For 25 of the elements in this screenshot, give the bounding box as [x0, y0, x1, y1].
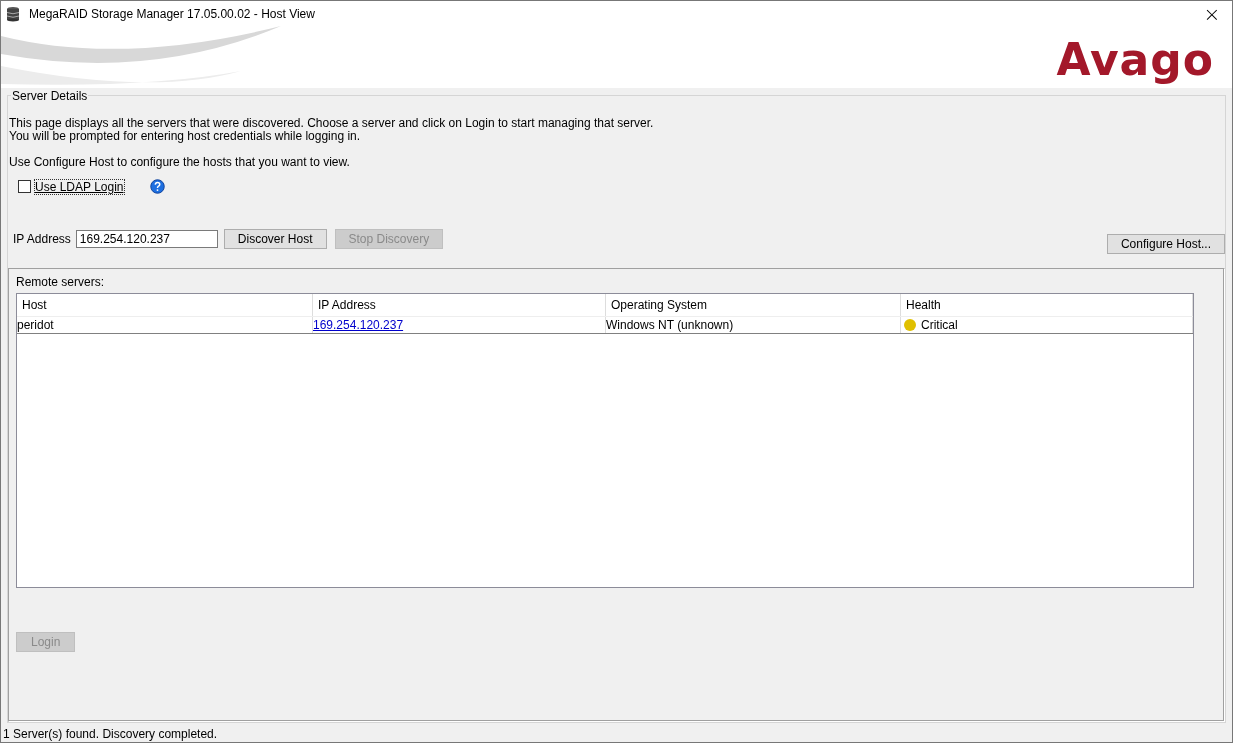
logo: Avago [1056, 33, 1214, 85]
checkbox-label: Use LDAP Login [35, 179, 124, 194]
section-title: Remote servers: [16, 275, 106, 289]
ldap-checkbox[interactable] [18, 180, 31, 193]
discover-host-button[interactable]: Discover Host [223, 229, 327, 249]
column-header[interactable]: Host [17, 294, 313, 316]
database-icon [5, 5, 21, 22]
ip-address-link[interactable]: 169.254.120.237 [313, 317, 404, 333]
ip-address-label: IP Address [13, 232, 71, 246]
column-header[interactable]: IP Address [313, 294, 606, 316]
table-cell: Windows NT (unknown) [606, 317, 901, 333]
description-text: You will be prompted for entering host credentials while logging in. [9, 130, 362, 143]
window-title: MegaRAID Storage Manager 17.05.00.02 - Host View [29, 6, 315, 21]
help-icon[interactable] [149, 179, 165, 194]
ip-address-field[interactable]: 169.254.120.237 [75, 230, 218, 248]
status-text: 1 Server(s) found. Discovery completed. [3, 727, 218, 741]
table-cell: peridot [17, 317, 313, 333]
panel-title: Server Details [11, 89, 89, 103]
close-button[interactable]: × [1192, 1, 1232, 26]
description-text: This page displays all the servers that were discovered. Choose a server and click on Login to start managing that server. [9, 117, 655, 130]
column-header[interactable]: Operating System [606, 294, 901, 316]
column-header[interactable]: Health [901, 294, 1193, 316]
hint-text: Use Configure Host to configure the hosts that you want to view. [8, 156, 351, 169]
health-text: Critical [921, 317, 958, 333]
configure-host-button[interactable]: Configure Host... [1106, 234, 1225, 254]
